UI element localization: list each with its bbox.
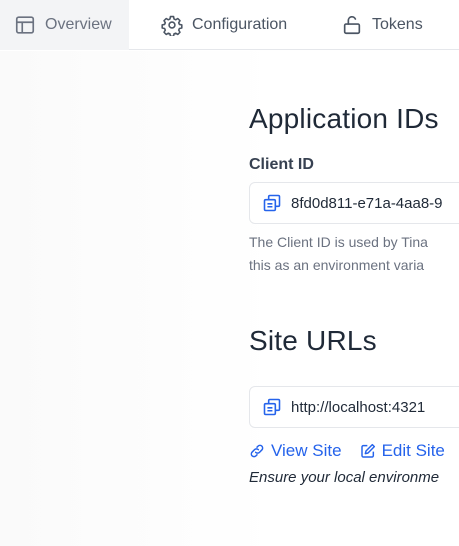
tab-overview[interactable]: Overview [0,0,129,50]
client-id-field[interactable]: 8fd0d811-e71a-4aa8-9 [249,182,459,224]
tab-bar: Overview Configuration Tokens [0,0,459,50]
copy-icon[interactable] [262,193,282,213]
site-urls-heading: Site URLs [249,325,377,356]
edit-site-label: Edit Site [381,441,445,460]
layout-icon [14,14,36,36]
site-links: View Site Edit Site [249,441,459,461]
edit-site-link[interactable]: Edit Site [360,441,445,461]
local-environment-note: Ensure your local environme [249,469,440,486]
client-id-help-line-1: The Client ID is used by Tina [249,234,428,250]
tab-configuration[interactable]: Configuration [161,0,287,50]
tab-configuration-label: Configuration [192,16,288,33]
link-icon [249,443,265,459]
view-site-link[interactable]: View Site [249,441,342,461]
tab-tokens-label: Tokens [372,16,423,33]
site-url-field[interactable]: http://localhost:4321 [249,386,459,428]
edit-icon [360,443,376,459]
view-site-label: View Site [271,441,342,460]
client-id-value: 8fd0d811-e71a-4aa8-9 [291,194,443,212]
overview-panel: Application IDs Client ID 8fd0d811-e71a-… [0,51,459,546]
tab-overview-label: Overview [45,16,112,33]
page: Overview Configuration Tokens Applicatio… [0,0,459,546]
client-id-label: Client ID [249,156,314,173]
client-id-help-line-2: this as an environment varia [249,257,425,273]
copy-icon[interactable] [262,397,282,417]
gear-icon [161,14,183,36]
site-url-value: http://localhost:4321 [291,398,426,416]
application-ids-heading: Application IDs [249,103,439,134]
unlock-icon [341,14,363,36]
tab-tokens[interactable]: Tokens [341,0,423,50]
